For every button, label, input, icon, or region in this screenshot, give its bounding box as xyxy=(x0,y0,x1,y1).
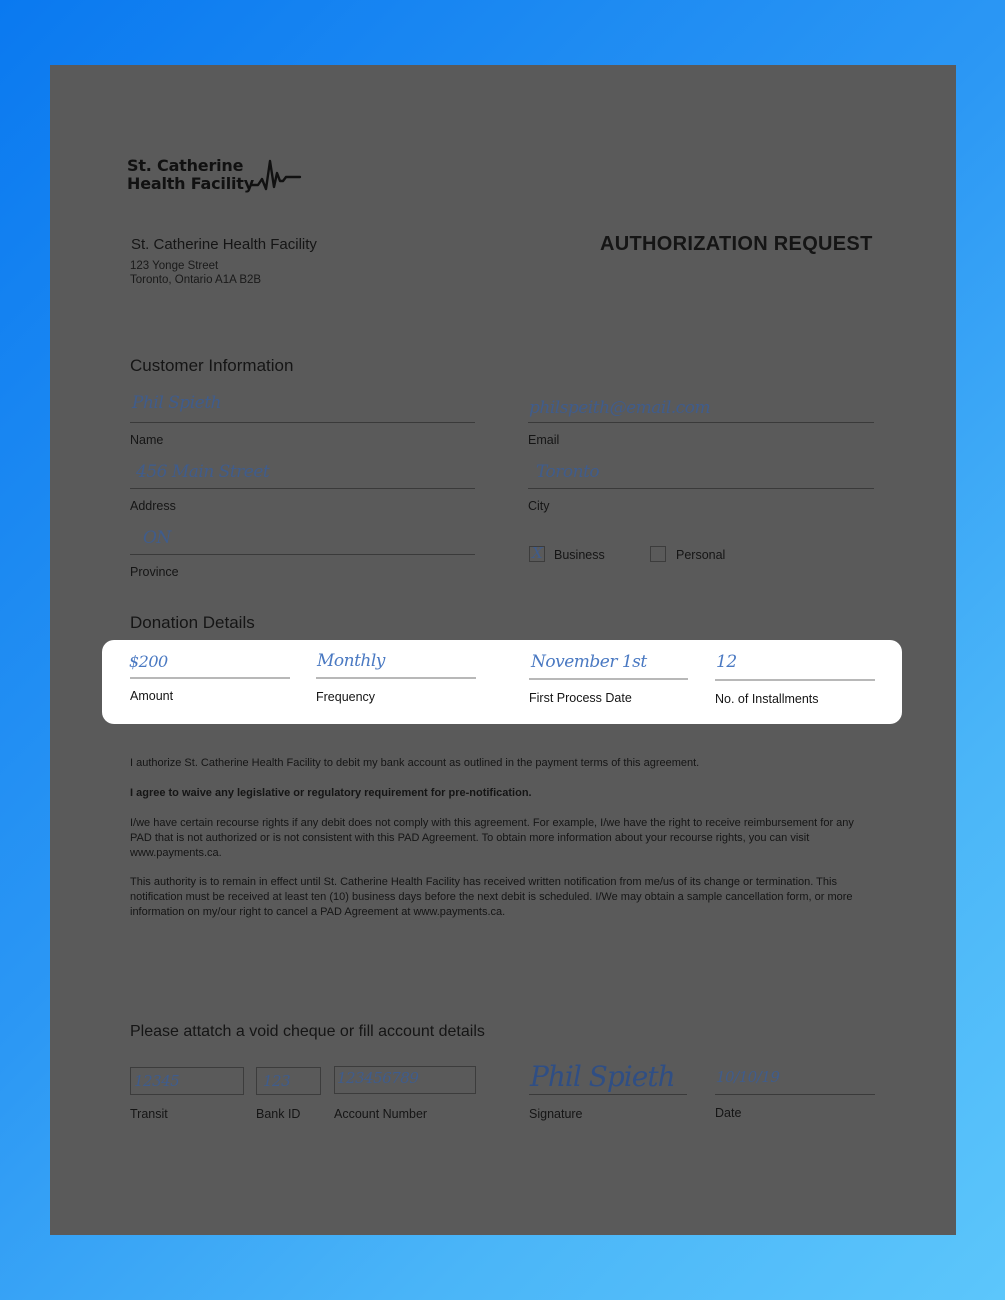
frequency-field-line xyxy=(316,677,476,679)
email-field-value[interactable]: philspeith@email.com xyxy=(529,398,711,418)
customer-information-heading: Customer Information xyxy=(130,356,294,375)
email-label: Email xyxy=(528,433,560,447)
frequency-field-value[interactable]: Monthly xyxy=(317,651,385,671)
account-number-label: Account Number xyxy=(334,1107,428,1121)
business-checkbox[interactable]: X xyxy=(529,544,545,562)
transit-value: 12345 xyxy=(134,1072,180,1090)
organization-address: 123 Yonge Street Toronto, Ontario A1A B2… xyxy=(130,259,261,287)
amount-label: Amount xyxy=(130,689,174,703)
frequency-label: Frequency xyxy=(316,690,376,704)
first-process-date-field-line xyxy=(529,678,688,680)
bank-id-input[interactable]: 123 xyxy=(256,1067,321,1095)
installments-label: No. of Installments xyxy=(715,692,819,706)
donation-details-heading: Donation Details xyxy=(130,613,255,632)
personal-checkbox[interactable] xyxy=(650,546,666,562)
logo-line-2: Health Facility xyxy=(127,174,254,193)
heartbeat-pulse-icon xyxy=(250,159,302,191)
logo-line-1: St. Catherine xyxy=(127,156,244,175)
date-label: Date xyxy=(715,1106,742,1120)
account-details-heading: Please attatch a void cheque or fill acc… xyxy=(130,1023,485,1040)
address-label: Address xyxy=(130,499,176,513)
signature-line xyxy=(529,1094,687,1095)
authority-duration-paragraph: This authority is to remain in effect un… xyxy=(130,876,853,918)
name-field-value[interactable]: Phil Spieth xyxy=(132,393,221,413)
business-label: Business xyxy=(554,548,605,562)
address-field-line xyxy=(130,488,475,489)
checkbox-x-mark: X xyxy=(532,544,543,562)
city-label: City xyxy=(528,499,550,513)
donation-details-highlight xyxy=(102,640,902,724)
organization-name: St. Catherine Health Facility xyxy=(131,236,317,253)
date-value[interactable]: 10/10/19 xyxy=(716,1068,780,1086)
amount-field-line xyxy=(130,677,290,679)
transit-input[interactable]: 12345 xyxy=(130,1067,244,1095)
recourse-rights-paragraph: I/we have certain recourse rights if any… xyxy=(130,817,854,859)
name-label: Name xyxy=(130,433,164,447)
address-field-value[interactable]: 456 Main Street xyxy=(136,462,270,482)
bank-id-value: 123 xyxy=(263,1072,291,1090)
province-field-value[interactable]: ON xyxy=(143,528,171,548)
logo: St. Catherine Health Facility xyxy=(127,157,254,193)
first-process-date-label: First Process Date xyxy=(529,691,632,705)
province-label: Province xyxy=(130,565,179,579)
name-field-line xyxy=(130,422,475,423)
account-number-value: 123456789 xyxy=(337,1069,419,1087)
document-title: AUTHORIZATION REQUEST xyxy=(600,233,873,255)
waiver-paragraph: I agree to waive any legislative or regu… xyxy=(130,787,532,799)
signature-value[interactable]: Phil Spieth xyxy=(530,1060,676,1093)
address-line-1: 123 Yonge Street xyxy=(130,260,219,272)
email-field-line xyxy=(528,422,874,423)
address-line-2: Toronto, Ontario A1A B2B xyxy=(130,274,262,286)
account-number-input[interactable]: 123456789 xyxy=(334,1066,476,1094)
transit-label: Transit xyxy=(130,1107,168,1121)
installments-field-line xyxy=(715,679,875,681)
city-field-value[interactable]: Toronto xyxy=(536,462,600,482)
first-process-date-field-value[interactable]: November 1st xyxy=(531,652,647,672)
authorization-form-page: St. Catherine Health Facility St. Cather… xyxy=(50,65,956,1235)
bank-id-label: Bank ID xyxy=(256,1107,301,1121)
installments-field-value[interactable]: 12 xyxy=(716,652,737,672)
city-field-line xyxy=(528,488,874,489)
authorization-paragraph: I authorize St. Catherine Health Facilit… xyxy=(130,757,700,769)
signature-label: Signature xyxy=(529,1107,583,1121)
personal-label: Personal xyxy=(676,548,726,562)
province-field-line xyxy=(130,554,475,555)
amount-field-value[interactable]: $200 xyxy=(129,652,168,671)
date-line xyxy=(715,1094,875,1095)
